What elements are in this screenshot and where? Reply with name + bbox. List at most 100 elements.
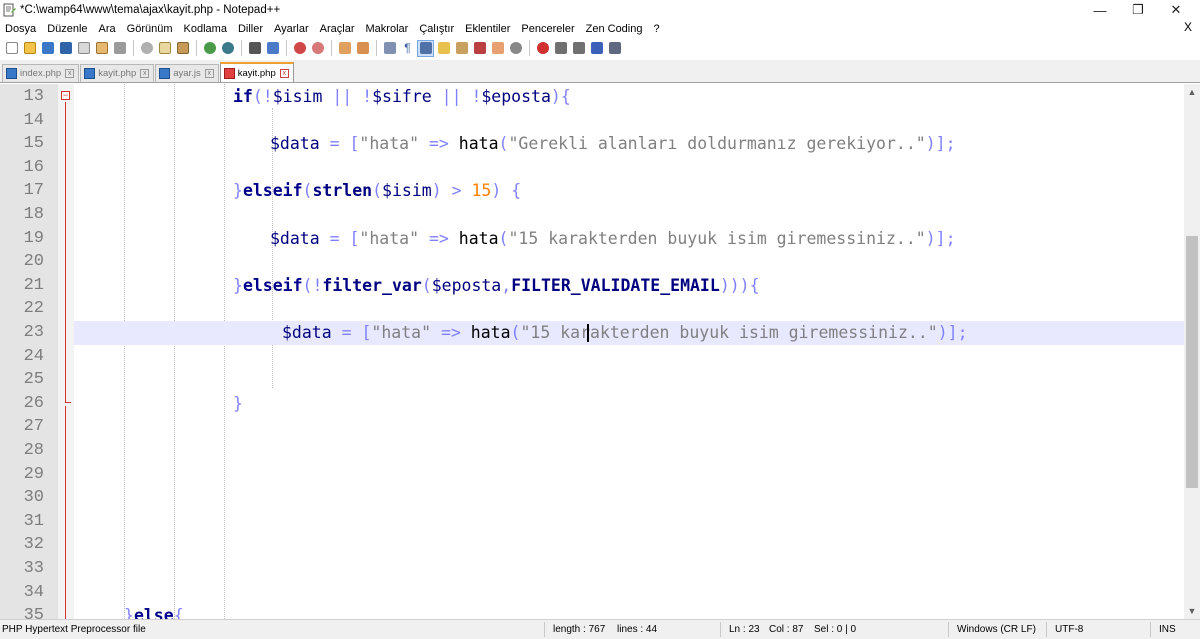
scroll-down-icon[interactable]: ▼ — [1184, 603, 1200, 619]
code-line[interactable] — [74, 581, 1184, 605]
menu-araclar[interactable]: Araçlar — [315, 23, 361, 35]
play-icon — [572, 42, 585, 54]
zoom-out-button[interactable] — [309, 40, 326, 57]
menu-pencereler[interactable]: Pencereler — [516, 23, 580, 35]
copy-button[interactable] — [156, 40, 173, 57]
code-line[interactable]: $data = ["hata" => hata("Gerekli alanlar… — [74, 132, 1184, 156]
code-line[interactable] — [74, 415, 1184, 439]
zoom-in-button[interactable] — [291, 40, 308, 57]
current-code-line[interactable]: $data = ["hata" => hata("15 karakterden … — [74, 321, 1184, 345]
code-line[interactable] — [74, 463, 1184, 487]
code-line[interactable] — [74, 368, 1184, 392]
code-token-op: ))){ — [719, 275, 760, 295]
status-eol[interactable]: Windows (CR LF) — [957, 624, 1036, 635]
code-area[interactable]: if(!$isim || !$sifre || !$eposta){ $data … — [74, 84, 1184, 619]
menu-zen-coding[interactable]: Zen Coding — [581, 23, 649, 35]
save-button[interactable] — [39, 40, 56, 57]
macro-play-button[interactable] — [570, 40, 587, 57]
menu-diller[interactable]: Diller — [233, 23, 269, 35]
code-line[interactable]: }elseif(strlen($isim) > 15) { — [74, 179, 1184, 203]
code-line[interactable]: } — [74, 392, 1184, 416]
scrollbar-thumb[interactable] — [1186, 236, 1198, 488]
vertical-scrollbar[interactable]: ▲ ▼ — [1184, 84, 1200, 619]
print-button[interactable] — [111, 40, 128, 57]
code-line[interactable]: }else{ — [74, 604, 1184, 619]
code-line[interactable] — [74, 156, 1184, 180]
open-file-button[interactable] — [21, 40, 38, 57]
code-line[interactable] — [74, 203, 1184, 227]
redo-button[interactable] — [219, 40, 236, 57]
macro-stop-button[interactable] — [552, 40, 569, 57]
close-all-button[interactable] — [93, 40, 110, 57]
status-encoding[interactable]: UTF-8 — [1055, 624, 1083, 635]
paste-button[interactable] — [174, 40, 191, 57]
indent-guide-button[interactable] — [417, 39, 434, 57]
menu-kodlama[interactable]: Kodlama — [179, 23, 233, 35]
menu-help[interactable]: ? — [648, 23, 665, 35]
macro-save-button[interactable] — [606, 40, 623, 57]
tab-close-icon[interactable]: x — [204, 69, 214, 78]
code-editor[interactable]: 13 14 15 16 17 18 19 20 21 22 23 24 25 26 27 28 29 30 31 32… — [0, 84, 1184, 619]
tab-close-icon[interactable]: x — [279, 68, 289, 78]
menu-ayarlar[interactable]: Ayarlar — [269, 23, 315, 35]
tab-kayit-php-1[interactable]: kayit.php x — [80, 64, 155, 82]
close-document-button[interactable]: X — [1184, 20, 1192, 34]
sync-horizontal-button[interactable] — [354, 40, 371, 57]
code-line[interactable] — [74, 345, 1184, 369]
code-line[interactable] — [74, 557, 1184, 581]
code-line[interactable] — [74, 510, 1184, 534]
code-line[interactable] — [74, 486, 1184, 510]
close-button[interactable]: ✕ — [1156, 0, 1196, 20]
macro-record-button[interactable] — [534, 40, 551, 57]
maximize-button[interactable]: ❐ — [1118, 0, 1158, 20]
word-wrap-button[interactable] — [381, 40, 398, 57]
menu-eklentiler[interactable]: Eklentiler — [460, 23, 516, 35]
code-line[interactable] — [74, 297, 1184, 321]
tab-index-php[interactable]: index.php x — [2, 64, 80, 82]
save-all-button[interactable] — [57, 40, 74, 57]
menu-duzenle[interactable]: Düzenle — [42, 23, 93, 35]
menu-makrolar[interactable]: Makrolar — [361, 23, 415, 35]
fold-margin[interactable] — [58, 84, 74, 619]
folder-icon — [491, 42, 504, 54]
code-line[interactable]: }elseif(!filter_var($eposta,FILTER_VALID… — [74, 274, 1184, 298]
folder-workspace-button[interactable] — [489, 40, 506, 57]
menu-dosya[interactable]: Dosya — [0, 23, 42, 35]
code-line[interactable] — [74, 109, 1184, 133]
doc-map-button[interactable] — [453, 40, 470, 57]
scroll-up-icon[interactable]: ▲ — [1184, 84, 1200, 100]
sync-vertical-button[interactable] — [336, 40, 353, 57]
cut-button[interactable] — [138, 40, 155, 57]
code-token-var: $eposta — [431, 275, 502, 295]
tab-close-icon[interactable]: x — [65, 69, 75, 78]
user-defined-lang-button[interactable] — [435, 40, 452, 57]
tab-close-icon[interactable]: x — [140, 69, 150, 78]
undo-button[interactable] — [201, 40, 218, 57]
word-wrap-icon — [383, 42, 396, 54]
code-token-op: , — [501, 275, 512, 295]
replace-button[interactable] — [264, 40, 281, 57]
find-button[interactable] — [246, 40, 263, 57]
fold-collapse-icon[interactable]: − — [61, 91, 70, 100]
function-list-button[interactable] — [471, 40, 488, 57]
monitoring-button[interactable] — [507, 40, 524, 57]
line-number: 17 — [23, 181, 44, 201]
code-line[interactable] — [74, 533, 1184, 557]
menu-ara[interactable]: Ara — [94, 23, 122, 35]
new-file-button[interactable] — [3, 40, 20, 57]
minimize-button[interactable]: — — [1080, 0, 1120, 20]
show-all-chars-button[interactable]: ¶ — [399, 40, 416, 57]
code-line[interactable]: $data = ["hata" => hata("15 karakterden … — [74, 227, 1184, 251]
line-number: 26 — [23, 393, 44, 413]
stop-icon — [554, 42, 567, 54]
close-file-button[interactable] — [75, 40, 92, 57]
menu-calistir[interactable]: Çalıştır — [414, 23, 460, 35]
status-insert-mode[interactable]: INS — [1159, 624, 1176, 635]
tab-ayar-js[interactable]: ayar.js x — [155, 64, 219, 82]
macro-run-multiple-button[interactable] — [588, 40, 605, 57]
menu-gorunum[interactable]: Görünüm — [122, 23, 179, 35]
tab-kayit-php-active[interactable]: kayit.php x — [219, 62, 294, 82]
code-line[interactable] — [74, 250, 1184, 274]
code-line[interactable]: if(!$isim || !$sifre || !$eposta){ — [74, 85, 1184, 109]
code-line[interactable] — [74, 439, 1184, 463]
